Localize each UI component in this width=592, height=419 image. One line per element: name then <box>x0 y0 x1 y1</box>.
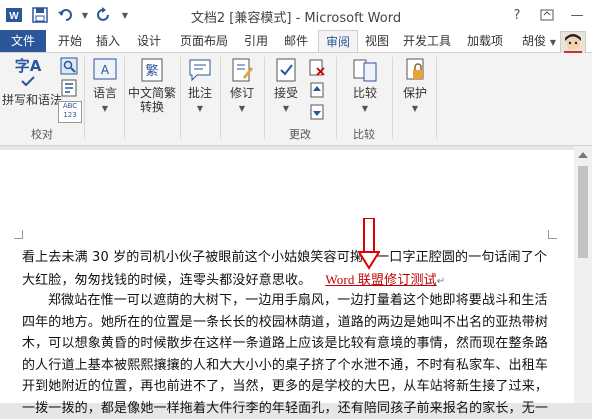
separator <box>124 57 125 139</box>
margin-corner-mark <box>548 230 557 239</box>
word-count-icon[interactable]: ABC 123 <box>58 101 82 123</box>
chevron-down-icon: ▼ <box>196 104 204 113</box>
group-label-changes: 更改 <box>289 128 311 141</box>
accept-icon <box>276 58 296 82</box>
margin-corner-mark <box>14 230 23 239</box>
tab-view[interactable]: 视图 <box>360 30 394 52</box>
spelling-grammar-button[interactable]: 字A 拼写和语法 <box>2 57 62 107</box>
chevron-down-icon: ▼ <box>238 104 246 113</box>
chevron-down-icon: ▼ <box>282 104 290 113</box>
language-icon: A <box>93 58 117 80</box>
reject-icon[interactable] <box>308 59 326 77</box>
annotation-arrow-icon <box>358 218 380 270</box>
check-icon <box>21 76 35 87</box>
track-changes-button[interactable]: 修订 ▼ <box>222 57 262 116</box>
protect-button[interactable]: 保护 ▼ <box>396 57 434 116</box>
tab-insert[interactable]: 插入 <box>90 30 126 52</box>
tab-home[interactable]: 开始 <box>52 30 88 52</box>
vertical-scrollbar[interactable] <box>574 146 592 403</box>
scroll-thumb[interactable] <box>578 166 588 258</box>
research-icon[interactable] <box>60 57 78 75</box>
tab-references[interactable]: 引用 <box>238 30 274 52</box>
group-label-proofing: 校对 <box>31 128 53 141</box>
chevron-down-icon: ▼ <box>361 104 369 113</box>
paragraph-mark: ↵ <box>436 275 446 287</box>
scroll-up-icon[interactable] <box>578 152 588 158</box>
tab-mailings[interactable]: 邮件 <box>278 30 314 52</box>
language-button[interactable]: A 语言 ▼ <box>86 57 124 116</box>
title-bar: W ▼ ▼ 文档2 [兼容模式] - Microsoft Word ? — <box>0 0 592 30</box>
paragraph-1[interactable]: 看上去未满 30 岁的司机小伙子被眼前这个小姑娘笑容可掬、一口字正腔圆的一句话闹… <box>22 247 554 292</box>
tab-file[interactable]: 文件 <box>0 30 46 52</box>
separator <box>180 57 181 139</box>
tab-review[interactable]: 审阅 <box>318 30 358 52</box>
separator <box>336 57 337 139</box>
thesaurus-icon[interactable] <box>60 79 78 97</box>
ribbon-review: 字A 拼写和语法 ABC 123 校对 A 语言 ▼ 繁 中文简繁 转换 批注 … <box>0 53 592 146</box>
separator <box>264 57 265 139</box>
chinese-conversion-button[interactable]: 繁 中文简繁 转换 <box>126 57 178 114</box>
comment-button[interactable]: 批注 ▼ <box>182 57 218 116</box>
separator <box>436 57 437 139</box>
previous-change-icon[interactable] <box>308 81 326 99</box>
revision-text[interactable]: Word 联盟修订测试 <box>325 272 436 287</box>
next-change-icon[interactable] <box>308 103 326 121</box>
ribbon-display-icon[interactable] <box>532 0 562 30</box>
user-dropdown-icon: ▼ <box>549 38 556 47</box>
spelling-icon: 字A <box>14 57 42 75</box>
compare-button[interactable]: 比较 ▼ <box>344 57 386 116</box>
tab-page-layout[interactable]: 页面布局 <box>174 30 234 52</box>
separator <box>220 57 221 139</box>
accept-button[interactable]: 接受 ▼ <box>266 57 306 116</box>
paragraph-2[interactable]: 郑微站在惟一可以遮荫的大树下，一边用手扇风，一边打量着这个她即将要战斗和生活四年… <box>22 290 554 419</box>
lock-icon <box>406 58 424 80</box>
track-changes-icon <box>232 58 253 82</box>
svg-text:繁: 繁 <box>145 63 158 79</box>
comment-icon <box>189 59 211 82</box>
separator <box>84 57 85 139</box>
conversion-icon: 繁 <box>141 58 163 82</box>
tab-addins[interactable]: 加载项 <box>462 30 508 52</box>
ribbon-tabs: 文件 开始 插入 设计 页面布局 引用 邮件 审阅 视图 开发工具 加载项 胡俊… <box>0 30 592 59</box>
minimize-button[interactable]: — <box>562 0 592 30</box>
chevron-down-icon: ▼ <box>101 104 109 113</box>
user-name[interactable]: 胡俊 ▼ <box>522 30 556 52</box>
document-page[interactable]: 看上去未满 30 岁的司机小伙子被眼前这个小姑娘笑容可掬、一口字正腔圆的一句话闹… <box>0 150 574 416</box>
svg-text:A: A <box>101 63 110 77</box>
tab-design[interactable]: 设计 <box>131 30 167 52</box>
group-label-compare: 比较 <box>353 128 375 141</box>
compare-icon <box>353 59 377 82</box>
tab-developer[interactable]: 开发工具 <box>398 30 456 52</box>
separator <box>392 57 393 139</box>
chevron-down-icon: ▼ <box>411 104 419 113</box>
help-button[interactable]: ? <box>502 0 532 30</box>
